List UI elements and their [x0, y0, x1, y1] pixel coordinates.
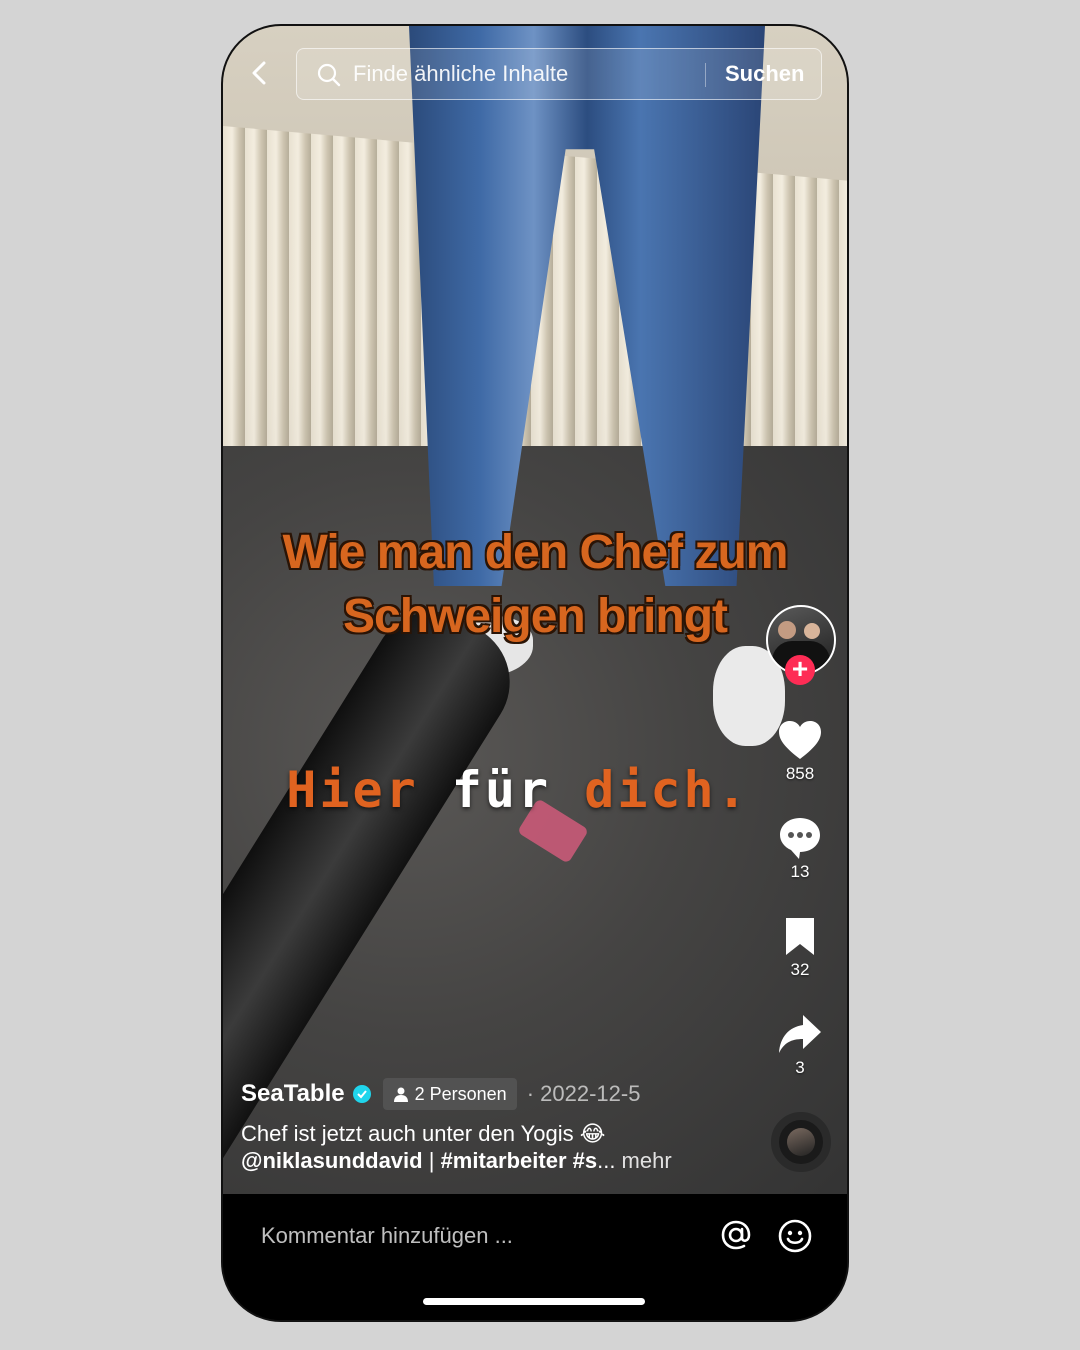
- search-button[interactable]: Suchen: [725, 61, 804, 87]
- share-icon: [779, 1015, 821, 1053]
- comment-input[interactable]: Kommentar hinzufügen ...: [261, 1223, 513, 1249]
- people-tag-label: 2 Personen: [414, 1083, 507, 1104]
- bookmark-icon: [786, 918, 814, 955]
- people-tag[interactable]: 2 Personen: [382, 1078, 517, 1110]
- top-bar: Finde ähnliche Inhalte Suchen: [223, 46, 847, 102]
- emoji-icon[interactable]: [777, 1218, 813, 1254]
- search-field[interactable]: Finde ähnliche Inhalte Suchen: [296, 48, 822, 100]
- heart-icon: [779, 721, 821, 759]
- plus-icon: +: [791, 653, 809, 684]
- post-date: · 2022-12-5: [527, 1081, 641, 1107]
- comment-icon: [780, 818, 820, 859]
- caption-word-2: für: [451, 761, 552, 819]
- follow-button[interactable]: +: [785, 655, 815, 685]
- back-icon: [252, 61, 266, 85]
- video-caption-title: Wie man den Chef zum Schweigen bringt: [223, 521, 847, 649]
- phone-frame: Wie man den Chef zum Schweigen bringt Hi…: [223, 26, 847, 1320]
- mention-link[interactable]: @niklasunddavid: [241, 1148, 423, 1173]
- caption-word-3: dich.: [584, 761, 750, 819]
- ellipsis: ...: [597, 1148, 616, 1173]
- music-disc[interactable]: [771, 1112, 831, 1172]
- more-link[interactable]: mehr: [615, 1148, 672, 1173]
- video-caption-sub: Hier für dich.: [223, 761, 813, 819]
- at-icon[interactable]: [719, 1218, 753, 1252]
- tags-separator: |: [422, 1148, 441, 1173]
- caption-line-1: Wie man den Chef zum: [282, 526, 789, 579]
- person-icon: [393, 1087, 408, 1102]
- caption-line-2: Schweigen bringt: [342, 590, 728, 643]
- bookmark-button[interactable]: 32: [763, 912, 837, 980]
- video-player[interactable]: Wie man den Chef zum Schweigen bringt Hi…: [223, 26, 847, 1194]
- search-icon: [317, 63, 341, 87]
- share-count: 3: [795, 1058, 805, 1077]
- date-separator: ·: [526, 1081, 535, 1106]
- share-button[interactable]: 3: [763, 1010, 837, 1078]
- search-placeholder[interactable]: Finde ähnliche Inhalte: [353, 61, 568, 87]
- date-text: 2022-12-5: [540, 1081, 641, 1106]
- author-name[interactable]: SeaTable: [241, 1080, 345, 1108]
- home-indicator: [423, 1298, 645, 1305]
- caption-word-1: Hier: [286, 761, 419, 819]
- like-count: 858: [785, 764, 815, 783]
- hashtag-links[interactable]: #mitarbeiter #s: [441, 1148, 598, 1173]
- like-button[interactable]: 858: [763, 716, 837, 784]
- bookmark-count: 32: [790, 960, 810, 979]
- post-tags: @niklasunddavid | #mitarbeiter #s... meh…: [241, 1147, 761, 1174]
- comment-button[interactable]: 13: [763, 814, 837, 882]
- post-description: Chef ist jetzt auch unter den Yogis 😂: [241, 1121, 606, 1146]
- comment-count: 13: [790, 862, 810, 881]
- search-divider: [705, 63, 706, 87]
- post-meta: SeaTable 2 Personen · 2022-12-5 Chef ist…: [241, 1076, 761, 1174]
- back-button[interactable]: [245, 58, 275, 88]
- verified-icon: [352, 1085, 371, 1103]
